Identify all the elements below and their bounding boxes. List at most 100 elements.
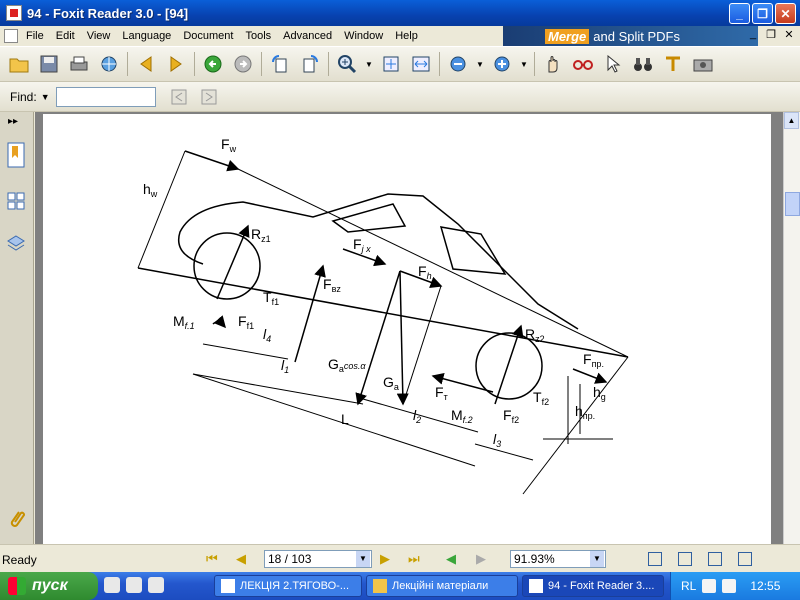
print-icon[interactable] xyxy=(66,51,92,77)
quick-launch-browser-icon[interactable] xyxy=(148,577,164,593)
scroll-up-arrow-icon[interactable]: ▲ xyxy=(784,112,799,129)
quick-launch xyxy=(104,577,164,593)
find-previous-icon[interactable] xyxy=(166,84,192,110)
language-indicator[interactable]: RL xyxy=(681,579,696,593)
rotate-left-icon[interactable] xyxy=(267,51,293,77)
attachments-paperclip-icon[interactable] xyxy=(4,504,28,534)
foxit-app-icon[interactable] xyxy=(6,5,22,21)
find-bar: Find: ▼ xyxy=(0,82,800,112)
page-dropdown-icon[interactable]: ▼ xyxy=(356,551,370,567)
sidebar-expand-icon[interactable]: ▸▸ xyxy=(8,116,18,127)
task-lecture-document[interactable]: ЛЕКЦІЯ 2.ТЯГОВО-... xyxy=(214,575,362,597)
label-fh: Fh xyxy=(418,263,432,281)
hand-tool-icon[interactable] xyxy=(540,51,566,77)
facing-view-icon[interactable] xyxy=(708,552,722,566)
previous-page-icon[interactable]: ◀ xyxy=(236,551,246,567)
document-view[interactable]: Fw hw Rz1 Fj x Fh Fвz Tf1 Mf.1 Ff1 l4 l1… xyxy=(35,112,783,544)
menu-file[interactable]: File xyxy=(20,30,50,42)
fit-width-icon[interactable] xyxy=(408,51,434,77)
label-l3: l3 xyxy=(493,431,501,449)
zoom-in-icon[interactable] xyxy=(334,51,360,77)
find-binoculars-icon[interactable] xyxy=(630,51,656,77)
windows-taskbar: пуск ЛЕКЦІЯ 2.ТЯГОВО-... Лекційні матері… xyxy=(0,572,800,600)
first-page-icon[interactable]: ⏮ xyxy=(206,551,218,567)
label-hg: hg xyxy=(593,384,606,402)
select-arrow-icon[interactable] xyxy=(600,51,626,77)
doc-restore-button[interactable]: ❐ xyxy=(764,28,778,41)
zoom-out-circle-icon[interactable] xyxy=(445,51,471,77)
word-document-icon xyxy=(221,579,235,593)
web-globe-icon[interactable] xyxy=(96,51,122,77)
tray-network-icon[interactable] xyxy=(702,579,717,593)
scroll-thumb[interactable] xyxy=(785,192,800,216)
status-forward-icon[interactable]: ▶ xyxy=(476,551,486,567)
ga-arrow xyxy=(396,270,409,406)
single-page-view-icon[interactable] xyxy=(648,552,662,566)
open-folder-icon[interactable] xyxy=(6,51,32,77)
text-select-icon[interactable] xyxy=(660,51,686,77)
tray-antivirus-icon[interactable] xyxy=(722,579,737,593)
toolbar-separator xyxy=(194,52,195,76)
label-ff1: Ff1 xyxy=(238,313,254,331)
rotate-right-icon[interactable] xyxy=(297,51,323,77)
menu-view[interactable]: View xyxy=(81,30,117,42)
menu-window[interactable]: Window xyxy=(338,30,389,42)
bookmarks-tab-icon[interactable] xyxy=(4,140,28,170)
status-back-icon[interactable]: ◀ xyxy=(446,551,456,567)
find-input[interactable] xyxy=(55,86,156,107)
task-label: ЛЕКЦІЯ 2.ТЯГОВО-... xyxy=(240,580,350,592)
fw-extension xyxy=(237,168,629,358)
system-tray: RL 12:55 xyxy=(670,572,800,600)
label-gcos: Gacos.α xyxy=(328,356,366,374)
menu-language[interactable]: Language xyxy=(116,30,177,42)
continuous-view-icon[interactable] xyxy=(678,552,692,566)
layers-tab-icon[interactable] xyxy=(4,228,28,258)
label-rz1: Rz1 xyxy=(251,226,271,244)
dim-line-l3 xyxy=(474,443,534,461)
find-options-dropdown-icon[interactable]: ▼ xyxy=(41,92,50,102)
doc-close-button[interactable]: ✕ xyxy=(782,28,796,41)
zoom-out-dropdown-icon[interactable]: ▼ xyxy=(475,51,485,77)
doc-minimize-button[interactable]: _ xyxy=(746,28,760,41)
go-back-icon[interactable] xyxy=(200,51,226,77)
rz1-arrow xyxy=(216,224,250,300)
previous-page-arrow-icon[interactable] xyxy=(133,51,159,77)
task-label: Лекційні матеріали xyxy=(392,580,489,592)
last-page-icon[interactable]: ⏭ xyxy=(408,551,420,567)
menu-tools[interactable]: Tools xyxy=(239,30,277,42)
zoom-in-circle-icon[interactable] xyxy=(489,51,515,77)
menu-document[interactable]: Document xyxy=(177,30,239,42)
zoom-in-dropdown-icon[interactable]: ▼ xyxy=(519,51,529,77)
label-hpr: hпр. xyxy=(575,403,595,421)
continuous-facing-view-icon[interactable] xyxy=(738,552,752,566)
close-button[interactable]: ✕ xyxy=(775,3,796,24)
task-lecture-materials-folder[interactable]: Лекційні матеріали xyxy=(366,575,518,597)
document-menu-icon[interactable] xyxy=(4,29,18,43)
menu-advanced[interactable]: Advanced xyxy=(277,30,338,42)
save-icon[interactable] xyxy=(36,51,62,77)
quick-launch-opera-icon[interactable] xyxy=(104,577,120,593)
task-foxit-reader[interactable]: 94 - Foxit Reader 3.... xyxy=(522,575,664,597)
zoom-dropdown-arrow-icon[interactable]: ▼ xyxy=(590,551,604,567)
menu-help[interactable]: Help xyxy=(389,30,424,42)
label-fpr: Fпр. xyxy=(583,351,604,369)
fit-page-icon[interactable] xyxy=(378,51,404,77)
snapshot-camera-icon[interactable] xyxy=(690,51,716,77)
start-button[interactable]: пуск xyxy=(0,572,98,600)
dim-line-l4 xyxy=(202,343,289,360)
go-forward-icon[interactable] xyxy=(230,51,256,77)
quick-launch-editor-icon[interactable] xyxy=(126,577,142,593)
status-bar: Ready ⏮ ◀ ▼ ▶ ⏭ ◀ ▶ ▼ xyxy=(0,544,800,572)
page-thumbnails-tab-icon[interactable] xyxy=(4,186,28,216)
typewriter-glasses-icon[interactable] xyxy=(570,51,596,77)
pdf-page: Fw hw Rz1 Fj x Fh Fвz Tf1 Mf.1 Ff1 l4 l1… xyxy=(43,114,771,544)
menu-edit[interactable]: Edit xyxy=(50,30,81,42)
next-page-arrow-icon[interactable] xyxy=(163,51,189,77)
minimize-button[interactable]: _ xyxy=(729,3,750,24)
zoom-dropdown-icon[interactable]: ▼ xyxy=(364,51,374,77)
merge-split-ad-banner[interactable]: Merge and Split PDFs xyxy=(503,26,758,46)
next-page-icon[interactable]: ▶ xyxy=(380,551,390,567)
vertical-scrollbar[interactable]: ▲ xyxy=(783,112,800,544)
find-next-icon[interactable] xyxy=(196,84,222,110)
maximize-button[interactable]: ❐ xyxy=(752,3,773,24)
